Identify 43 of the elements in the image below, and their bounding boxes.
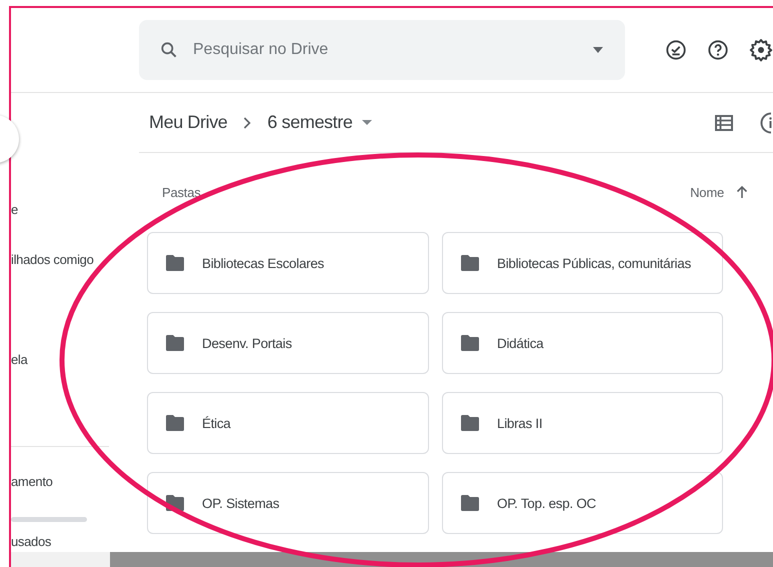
- sidebar-item[interactable]: e: [11, 202, 18, 217]
- folder-card[interactable]: Desenv. Portais: [147, 312, 429, 374]
- folder-icon: [165, 415, 185, 431]
- folder-card[interactable]: OP. Sistemas: [147, 472, 429, 534]
- folder-card[interactable]: Bibliotecas Escolares: [147, 232, 429, 294]
- folder-icon: [460, 415, 480, 431]
- folder-name: Didática: [497, 336, 544, 350]
- folder-icon: [460, 255, 480, 271]
- folder-card[interactable]: Didática: [442, 312, 723, 374]
- folder-card[interactable]: Libras II: [442, 392, 723, 454]
- section-heading: Pastas: [162, 184, 201, 200]
- folder-name: OP. Top. esp. OC: [497, 496, 596, 510]
- storage-label[interactable]: amento: [11, 474, 53, 489]
- sidebar-item[interactable]: ilhados comigo: [11, 252, 94, 267]
- caret-icon[interactable]: [593, 47, 603, 53]
- folder-name: Bibliotecas Escolares: [202, 256, 324, 270]
- settings-icon[interactable]: [749, 38, 773, 62]
- list-view-icon[interactable]: [715, 114, 733, 130]
- sidebar-item[interactable]: ela: [11, 352, 28, 367]
- folder-icon: [460, 335, 480, 351]
- help-icon[interactable]: [707, 39, 729, 61]
- folder-icon: [165, 255, 185, 271]
- chevron-right-icon: [243, 116, 252, 128]
- folder-name: Desenv. Portais: [202, 336, 292, 350]
- folder-card[interactable]: Bibliotecas Públicas, comunitárias: [442, 232, 723, 294]
- sort-button[interactable]: Nome: [690, 184, 724, 200]
- breadcrumb-link[interactable]: Meu Drive: [149, 112, 228, 133]
- folder-name: OP. Sistemas: [202, 496, 280, 510]
- folder-card[interactable]: Ética: [147, 392, 429, 454]
- folder-card[interactable]: OP. Top. esp. OC: [442, 472, 723, 534]
- storage-usage-text: usados: [11, 534, 52, 549]
- folder-icon: [460, 495, 480, 511]
- info-icon[interactable]: [759, 110, 773, 134]
- folder-name: Ética: [202, 416, 231, 430]
- caret-icon[interactable]: [362, 120, 372, 125]
- folder-icon: [165, 335, 185, 351]
- folder-name: Bibliotecas Públicas, comunitárias: [497, 256, 691, 270]
- current-folder-title[interactable]: 6 semestre: [267, 112, 352, 133]
- arrow-up-icon[interactable]: [736, 185, 748, 199]
- search-icon: [159, 40, 179, 60]
- search-field[interactable]: Pesquisar no Drive: [139, 20, 625, 80]
- folder-name: Libras II: [497, 416, 542, 430]
- check-circle-icon[interactable]: [665, 39, 687, 61]
